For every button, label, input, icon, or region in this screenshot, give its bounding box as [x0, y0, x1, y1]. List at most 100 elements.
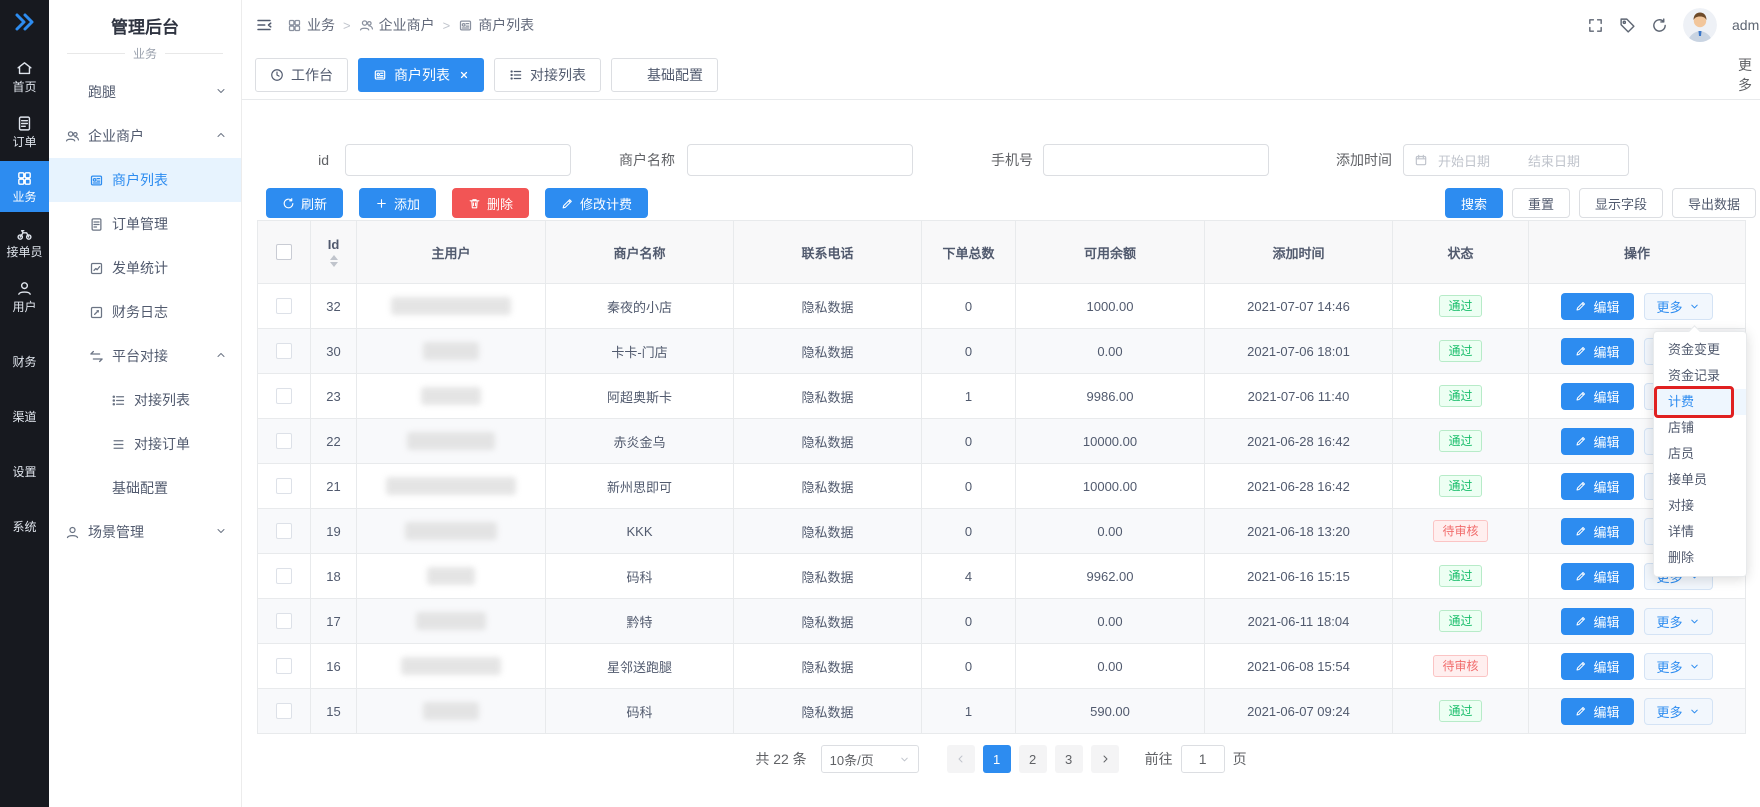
- page-size-select[interactable]: 10条/页: [821, 745, 919, 773]
- tab-clock[interactable]: 工作台: [255, 58, 348, 92]
- row-checkbox[interactable]: [276, 478, 292, 494]
- export-button[interactable]: 导出数据: [1672, 188, 1756, 218]
- dropdown-item[interactable]: 详情: [1654, 519, 1746, 545]
- dropdown-item[interactable]: 店员: [1654, 441, 1746, 467]
- toolbar-button-trash[interactable]: 删除: [452, 188, 529, 218]
- sidebar-item-lines[interactable]: 对接订单: [49, 422, 241, 466]
- edit-button[interactable]: 编辑: [1561, 608, 1633, 635]
- breadcrumb-item[interactable]: 商户列表: [458, 15, 534, 35]
- rail-item-home[interactable]: 首页: [0, 51, 49, 102]
- page-button-1[interactable]: 1: [983, 745, 1011, 773]
- dropdown-item[interactable]: 对接: [1654, 493, 1746, 519]
- status-badge: 通过: [1439, 340, 1481, 362]
- sidebar-item-card[interactable]: 商户列表: [49, 158, 241, 202]
- page-button-2[interactable]: 2: [1019, 745, 1047, 773]
- prev-page-button[interactable]: [947, 745, 975, 773]
- rail-item-bike[interactable]: 接单员: [0, 216, 49, 267]
- rail-item-gear[interactable]: 设置: [0, 436, 49, 487]
- fullscreen-icon[interactable]: [1587, 17, 1604, 34]
- sidebar-item-doclist[interactable]: 订单管理: [49, 202, 241, 246]
- sort-asc-icon[interactable]: [330, 255, 338, 260]
- edit-button[interactable]: 编辑: [1561, 428, 1633, 455]
- sort-desc-icon[interactable]: [330, 262, 338, 267]
- edit-button[interactable]: 编辑: [1561, 563, 1633, 590]
- show-fields-button[interactable]: 显示字段: [1579, 188, 1663, 218]
- button-label: 更多: [1657, 657, 1683, 676]
- goto-page: 前往 页: [1145, 745, 1247, 773]
- edit-button[interactable]: 编辑: [1561, 383, 1633, 410]
- tab-card[interactable]: 商户列表: [358, 58, 484, 92]
- sidebar-collapse-icon[interactable]: [255, 16, 273, 34]
- breadcrumb-item[interactable]: 企业商户: [359, 15, 435, 35]
- row-checkbox[interactable]: [276, 613, 292, 629]
- edit-button[interactable]: 编辑: [1561, 698, 1633, 725]
- date-range-picker[interactable]: 开始日期结束日期: [1403, 144, 1629, 176]
- sidebar-item-gear[interactable]: 基础配置: [49, 466, 241, 510]
- rail-item-compass[interactable]: 渠道: [0, 381, 49, 432]
- toolbar-button-refresh[interactable]: 刷新: [266, 188, 343, 218]
- row-checkbox[interactable]: [276, 298, 292, 314]
- dropdown-item[interactable]: 删除: [1654, 545, 1746, 571]
- edit-button[interactable]: 编辑: [1561, 338, 1633, 365]
- row-checkbox[interactable]: [276, 523, 292, 539]
- search-button[interactable]: 搜索: [1445, 188, 1503, 218]
- username-label[interactable]: admin: [1732, 17, 1760, 33]
- tab-gear[interactable]: 基础配置: [611, 58, 718, 92]
- dropdown-item[interactable]: 资金记录: [1654, 363, 1746, 389]
- select-all-checkbox[interactable]: [276, 244, 292, 260]
- dropdown-item[interactable]: 计费: [1654, 389, 1746, 415]
- row-checkbox[interactable]: [276, 343, 292, 359]
- sidebar-item-cart[interactable]: 跑腿: [49, 70, 241, 114]
- row-order-count: 0: [922, 284, 1016, 329]
- theme-tag-icon[interactable]: [1619, 17, 1636, 34]
- sidebar-item-swap[interactable]: 平台对接: [49, 334, 241, 378]
- next-page-button[interactable]: [1091, 745, 1119, 773]
- more-actions-dropdown: 资金变更资金记录计费店铺店员接单员对接详情删除: [1653, 331, 1747, 577]
- rail-item-layout[interactable]: 系统: [0, 491, 49, 542]
- toolbar-button-pencil[interactable]: 修改计费: [545, 188, 648, 218]
- pager: 123: [947, 745, 1119, 773]
- tabs-more-button[interactable]: 更多: [1738, 50, 1760, 99]
- more-button[interactable]: 更多: [1644, 608, 1713, 635]
- tab-listdots[interactable]: 对接列表: [494, 58, 601, 92]
- filter-input-3[interactable]: [1043, 144, 1269, 176]
- sidebar-item-editdoc[interactable]: 财务日志: [49, 290, 241, 334]
- goto-page-input[interactable]: [1181, 745, 1225, 773]
- row-checkbox[interactable]: [276, 658, 292, 674]
- card-icon: [373, 68, 387, 82]
- sidebar-item-user[interactable]: 场景管理: [49, 510, 241, 554]
- edit-button[interactable]: 编辑: [1561, 473, 1633, 500]
- more-button[interactable]: 更多: [1644, 293, 1713, 320]
- breadcrumb-item[interactable]: 业务: [287, 15, 335, 35]
- rail-item-coin[interactable]: 财务: [0, 326, 49, 377]
- sidebar-item-listdots[interactable]: 对接列表: [49, 378, 241, 422]
- row-checkbox[interactable]: [276, 703, 292, 719]
- sort-carets[interactable]: [330, 255, 338, 267]
- row-checkbox[interactable]: [276, 568, 292, 584]
- row-checkbox[interactable]: [276, 433, 292, 449]
- tab-close-icon[interactable]: [459, 70, 469, 80]
- sidebar-item-chart[interactable]: 发单统计: [49, 246, 241, 290]
- toolbar-button-plus[interactable]: 添加: [359, 188, 436, 218]
- row-checkbox[interactable]: [276, 388, 292, 404]
- user-avatar[interactable]: [1683, 8, 1717, 42]
- rail-item-grid[interactable]: 业务: [0, 161, 49, 212]
- edit-button[interactable]: 编辑: [1561, 518, 1633, 545]
- dropdown-item[interactable]: 接单员: [1654, 467, 1746, 493]
- rail-item-doc[interactable]: 订单: [0, 106, 49, 157]
- edit-button[interactable]: 编辑: [1561, 653, 1633, 680]
- edit-button[interactable]: 编辑: [1561, 293, 1633, 320]
- reset-button[interactable]: 重置: [1512, 188, 1570, 218]
- dropdown-item[interactable]: 店铺: [1654, 415, 1746, 441]
- dropdown-item[interactable]: 资金变更: [1654, 337, 1746, 363]
- rail-item-user[interactable]: 用户: [0, 271, 49, 322]
- filter-input-1[interactable]: [345, 144, 571, 176]
- more-button[interactable]: 更多: [1644, 698, 1713, 725]
- sidebar-item-users[interactable]: 企业商户: [49, 114, 241, 158]
- app-logo-icon[interactable]: [13, 10, 37, 37]
- page-button-3[interactable]: 3: [1055, 745, 1083, 773]
- filter-input-2[interactable]: [687, 144, 913, 176]
- more-button[interactable]: 更多: [1644, 653, 1713, 680]
- row-main-user: [357, 599, 546, 644]
- reload-icon[interactable]: [1651, 17, 1668, 34]
